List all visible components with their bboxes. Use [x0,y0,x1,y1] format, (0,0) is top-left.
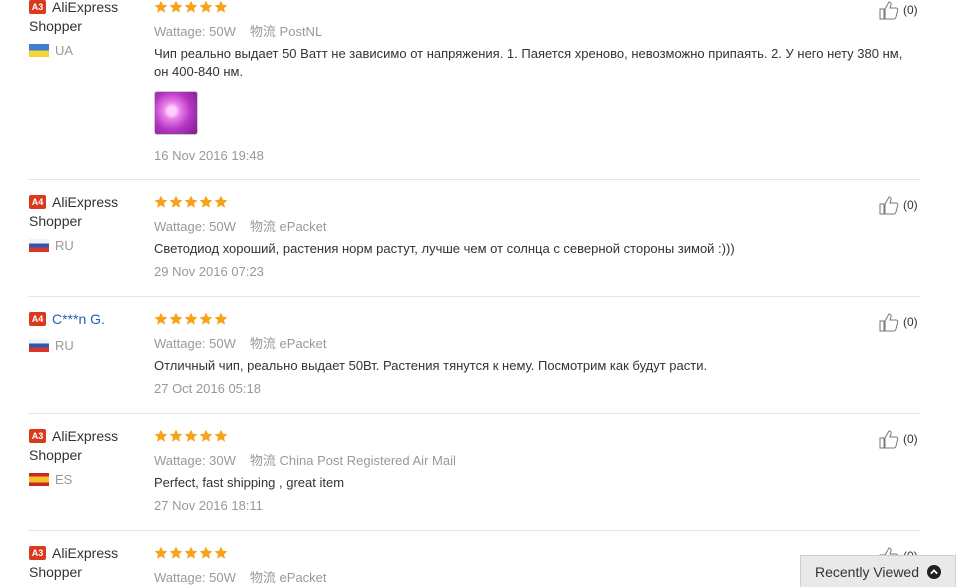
reviewer-country: ES [29,472,72,487]
reviewer-name-link[interactable]: A4 C***n G. [29,310,149,329]
recently-viewed-button[interactable]: Recently Viewed [800,555,956,587]
flag-ru-icon [29,239,49,253]
review-item: A3 AliExpress Shopper Wattage: 50W 物流 ePack… [0,545,920,587]
review-text: Отличный чип, реально выдает 50Вт. Расте… [154,358,708,373]
star-icon [199,0,213,13]
star-icon [184,195,198,208]
review-item: A4 AliExpress Shopper RU Wattage: 50W 物流 eP… [0,194,920,295]
star-icon [214,0,228,13]
flag-ru-icon [29,339,49,353]
helpful-button[interactable]: (0) [878,312,918,332]
review-text: Светодиод хороший, растения норм растут,… [154,241,735,256]
helpful-count: (0) [903,3,918,17]
rating-stars [154,312,228,326]
review-date: 27 Nov 2016 18:11 [154,498,263,513]
star-icon [214,195,228,208]
order-info: Wattage: 50W 物流 ePacket [154,219,327,234]
order-info: Wattage: 50W 物流 PostNL [154,24,323,39]
star-icon [154,312,168,325]
reviewer-name: A3 AliExpress Shopper [29,545,119,580]
reviewer-name: A3 AliExpress Shopper [29,0,119,34]
buyer-level-badge: A3 [29,429,46,444]
review-date: 27 Oct 2016 05:18 [154,381,261,396]
star-icon [169,429,183,442]
star-icon [154,0,168,13]
order-info: Wattage: 50W 物流 ePacket [154,570,327,585]
star-icon [184,429,198,442]
star-icon [169,195,183,208]
divider [28,530,920,531]
helpful-button[interactable]: (0) [878,0,918,20]
thumbs-up-icon [879,196,899,215]
star-icon [184,312,198,325]
star-icon [169,0,183,13]
rating-stars [154,546,228,560]
review-text: Чип реально выдает 50 Ватт не зависимо о… [154,46,903,79]
helpful-button[interactable]: (0) [878,429,918,449]
star-icon [154,429,168,442]
order-info: Wattage: 50W 物流 ePacket [154,336,327,351]
flag-es-icon [29,473,49,487]
helpful-count: (0) [903,315,918,329]
buyer-level-badge: A4 [29,195,46,210]
review-date: 16 Nov 2016 19:48 [154,148,264,163]
star-icon [199,429,213,442]
review-item: A3 AliExpress Shopper ES Wattage: 30W 物流 Ch… [0,428,920,529]
flag-ua-icon [29,44,49,58]
divider [28,179,920,180]
star-icon [154,546,168,559]
divider [28,296,920,297]
buyer-level-badge: A3 [29,0,46,15]
helpful-count: (0) [903,432,918,446]
reviewer-name: A3 AliExpress Shopper [29,428,119,463]
rating-stars [154,195,228,209]
chevron-up-circle-icon [927,564,942,579]
review-item: A3 AliExpress Shopper UA Wattage: 50W 物流 Po… [0,0,920,180]
rating-stars [154,429,228,443]
star-icon [214,429,228,442]
star-icon [199,546,213,559]
reviewer-name: A4 AliExpress Shopper [29,194,119,229]
star-icon [214,312,228,325]
thumbs-up-icon [879,313,899,332]
order-info: Wattage: 30W 物流 China Post Registered Air… [154,453,456,468]
review-photo[interactable] [154,91,198,135]
helpful-count: (0) [903,198,918,212]
review-date: 29 Nov 2016 07:23 [154,264,264,279]
reviewer-country: RU [29,238,74,253]
review-text: Perfect, fast shipping , great item [154,475,345,490]
star-icon [184,0,198,13]
star-icon [169,546,183,559]
recently-viewed-label: Recently Viewed [814,563,920,580]
buyer-level-badge: A3 [29,546,46,561]
review-item: A4 C***n G. RU Wattage: 50W 物流 ePacket Отл… [0,310,920,412]
reviewer-country: RU [29,338,74,353]
thumbs-up-icon [879,430,899,449]
star-icon [169,312,183,325]
star-icon [184,546,198,559]
reviewer-country: UA [29,43,73,58]
rating-stars [154,0,228,14]
star-icon [214,546,228,559]
buyer-level-badge: A4 [29,312,46,327]
star-icon [199,312,213,325]
thumbs-up-icon [879,1,899,20]
star-icon [199,195,213,208]
helpful-button[interactable]: (0) [878,195,918,215]
star-icon [154,195,168,208]
divider [28,413,920,414]
